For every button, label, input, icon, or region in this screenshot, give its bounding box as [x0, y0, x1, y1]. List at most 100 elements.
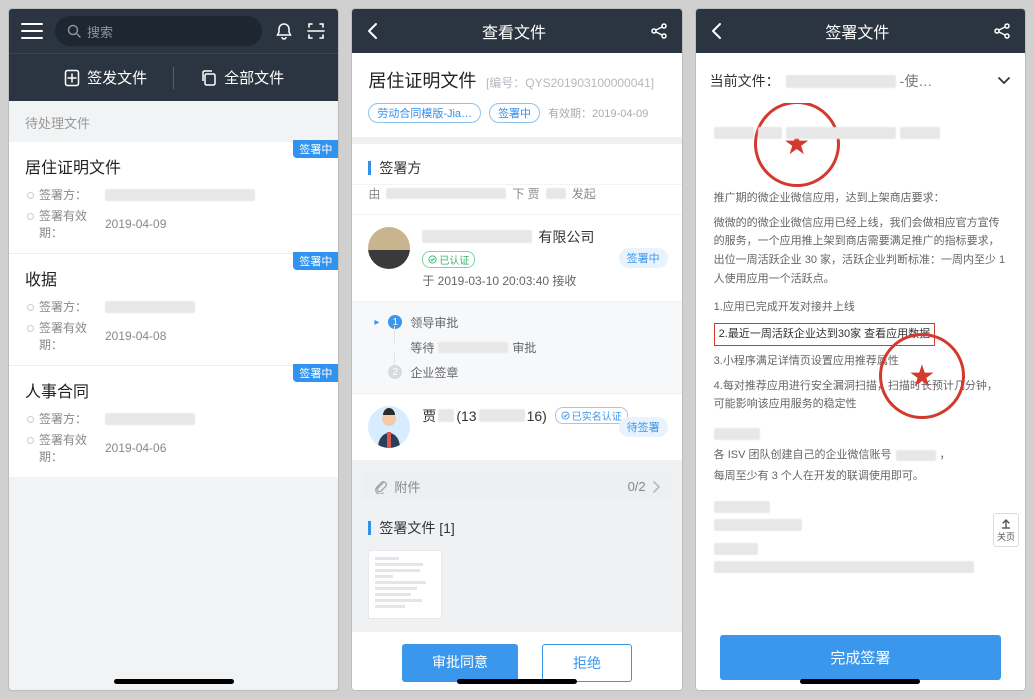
redacted-text: [714, 543, 758, 555]
float-label: 关页: [997, 530, 1015, 543]
redacted-text: [438, 409, 454, 422]
reject-button[interactable]: 拒绝: [542, 644, 632, 682]
pending-label: 待处理文件: [9, 101, 338, 142]
screen-view-file: 查看文件 居住证明文件 [编号：QYS201903100000041] 劳动合同…: [351, 8, 682, 691]
redacted-text: [422, 230, 532, 243]
redacted-text: [105, 301, 195, 313]
redacted-text: [714, 501, 770, 513]
redacted-text: [479, 409, 525, 422]
copy-icon: [200, 69, 218, 87]
redacted-text: [714, 561, 974, 573]
doc-line: 微微的的微企业微信应用已经上线，我们会做相应官方宣传的服务，一个应用推上架到商店…: [714, 214, 1007, 289]
expiry-value: 2019-04-06: [105, 441, 166, 455]
status-badge: 签署中: [293, 140, 338, 158]
tab-label: 签发文件: [87, 67, 147, 88]
home-indicator: [457, 679, 577, 684]
redacted-text: [546, 188, 566, 199]
status-badge: 签署中: [293, 252, 338, 270]
step-number-icon: 1: [388, 315, 402, 329]
home-indicator: [114, 679, 234, 684]
avatar: [368, 227, 410, 269]
page-float-button[interactable]: 关页: [993, 513, 1019, 547]
redacted-text: [714, 428, 760, 440]
redacted-text: [386, 188, 506, 199]
stamp-icon: ★: [754, 103, 840, 187]
attach-label: 附件: [394, 477, 420, 496]
avatar: [368, 406, 410, 448]
hamburger-icon[interactable]: [21, 22, 43, 40]
step-row: ▸ 1 领导审批: [388, 310, 665, 335]
tab-divider: [173, 67, 174, 89]
chip-template[interactable]: 劳动合同模版-Jia…: [368, 103, 481, 123]
attach-count: 0/2: [628, 479, 646, 494]
expiry-value: 2019-04-08: [105, 329, 166, 343]
current-file-selector[interactable]: 当前文件： -使…: [696, 53, 1025, 103]
expiry-value: 2019-04-09: [105, 217, 166, 231]
status-pill: 签署中: [619, 248, 668, 268]
search-placeholder: 搜索: [87, 22, 113, 41]
signers-header: 签署方: [352, 144, 681, 185]
approval-steps: ▸ 1 领导审批 等待 审批 2 企业签章: [352, 302, 681, 394]
receive-time: 于 2019-03-10 20:03:40 接收: [422, 272, 665, 289]
step-detail: 等待 审批: [388, 335, 665, 360]
nav-title: 查看文件: [378, 19, 649, 43]
chevron-down-icon: [997, 76, 1011, 86]
expiry-label: 签署有效期：: [39, 207, 105, 241]
signers-header-text: 签署方: [379, 158, 421, 178]
paperclip-icon: [374, 480, 388, 494]
stamp-icon: ★: [879, 333, 965, 419]
doc-list-item: 1.应用已完成开发对接并上线: [714, 298, 1007, 317]
share-icon[interactable]: [650, 22, 668, 40]
redacted-text: [786, 75, 896, 88]
redacted-text: [105, 413, 195, 425]
back-icon[interactable]: [366, 22, 378, 40]
verified-badge: 已认证: [422, 251, 475, 268]
tab-issue-file[interactable]: 签发文件: [63, 67, 147, 88]
doc-line: 各 ISV 团队创建自己的企业微信账号 ， 每周至少有 3 个人在开发的联调使用…: [714, 446, 1007, 485]
step-row: 2 企业签章: [388, 360, 665, 385]
expiry-label: 有效期：2019-04-09: [548, 105, 648, 121]
sign-files-header: 签署文件 [1]: [352, 512, 681, 544]
complete-sign-button[interactable]: 完成签署: [720, 635, 1001, 680]
file-item[interactable]: 签署中 人事合同 签署方： 签署有效期： 2019-04-06: [9, 366, 338, 477]
file-list: 签署中 居住证明文件 签署方： 签署有效期： 2019-04-09 签署中 收据…: [9, 142, 338, 477]
header-dark: 搜索 签发文件 全部文件: [9, 9, 338, 101]
share-icon[interactable]: [993, 22, 1011, 40]
expiry-label: 签署有效期：: [39, 319, 105, 353]
scan-icon[interactable]: [306, 21, 326, 41]
screen-file-list: 搜索 签发文件 全部文件 待处理文: [8, 8, 339, 691]
realname-badge: 已实名认证: [555, 407, 628, 424]
doc-line: 推广期的微企业微信应用，达到上架商店要求：: [714, 189, 1007, 208]
status-pill: 待签署: [619, 417, 668, 437]
company-suffix: 有限公司: [538, 227, 594, 247]
search-input[interactable]: 搜索: [55, 16, 262, 46]
signer-label: 签署方：: [39, 186, 105, 203]
current-file-suffix: -使…: [900, 71, 933, 91]
file-item[interactable]: 签署中 居住证明文件 签署方： 签署有效期： 2019-04-09: [9, 142, 338, 254]
signer-label: 签署方：: [39, 298, 105, 315]
file-title: 居住证明文件: [25, 154, 322, 178]
chip-status: 签署中: [489, 103, 540, 123]
home-indicator: [800, 679, 920, 684]
nav-title: 签署文件: [722, 19, 993, 43]
signer-label: 签署方：: [39, 410, 105, 427]
tab-all-files[interactable]: 全部文件: [200, 67, 284, 88]
file-item[interactable]: 签署中 收据 签署方： 签署有效期： 2019-04-08: [9, 254, 338, 366]
redacted-text: [714, 519, 802, 531]
redacted-text: [438, 342, 508, 353]
bell-icon[interactable]: [274, 21, 294, 41]
document-preview[interactable]: ★ 推广期的微企业微信应用，达到上架商店要求： 微微的的微企业微信应用已经上线，…: [696, 103, 1025, 621]
file-title: 收据: [25, 266, 322, 290]
approve-button[interactable]: 审批同意: [402, 644, 518, 682]
status-badge: 签署中: [293, 364, 338, 382]
party-person: 贾 (13 16) 已实名认证 待签署: [352, 394, 681, 461]
doc-code: [编号：QYS201903100000041]: [486, 76, 654, 90]
back-icon[interactable]: [710, 22, 722, 40]
chevron-right-icon: [652, 481, 660, 493]
step-number-icon: 2: [388, 365, 402, 379]
file-thumbnail[interactable]: [368, 550, 442, 619]
screen-sign-file: 签署文件 当前文件： -使… ★ 推广期的微企业微信应用，达到上架商店要求： 微…: [695, 8, 1026, 691]
attachment-bar[interactable]: 附件 0/2: [362, 473, 671, 500]
content-scroll[interactable]: 居住证明文件 [编号：QYS201903100000041] 劳动合同模版-Ji…: [352, 53, 681, 690]
party-company: 有限公司 已认证 于 2019-03-10 20:03:40 接收 签署中: [352, 215, 681, 302]
